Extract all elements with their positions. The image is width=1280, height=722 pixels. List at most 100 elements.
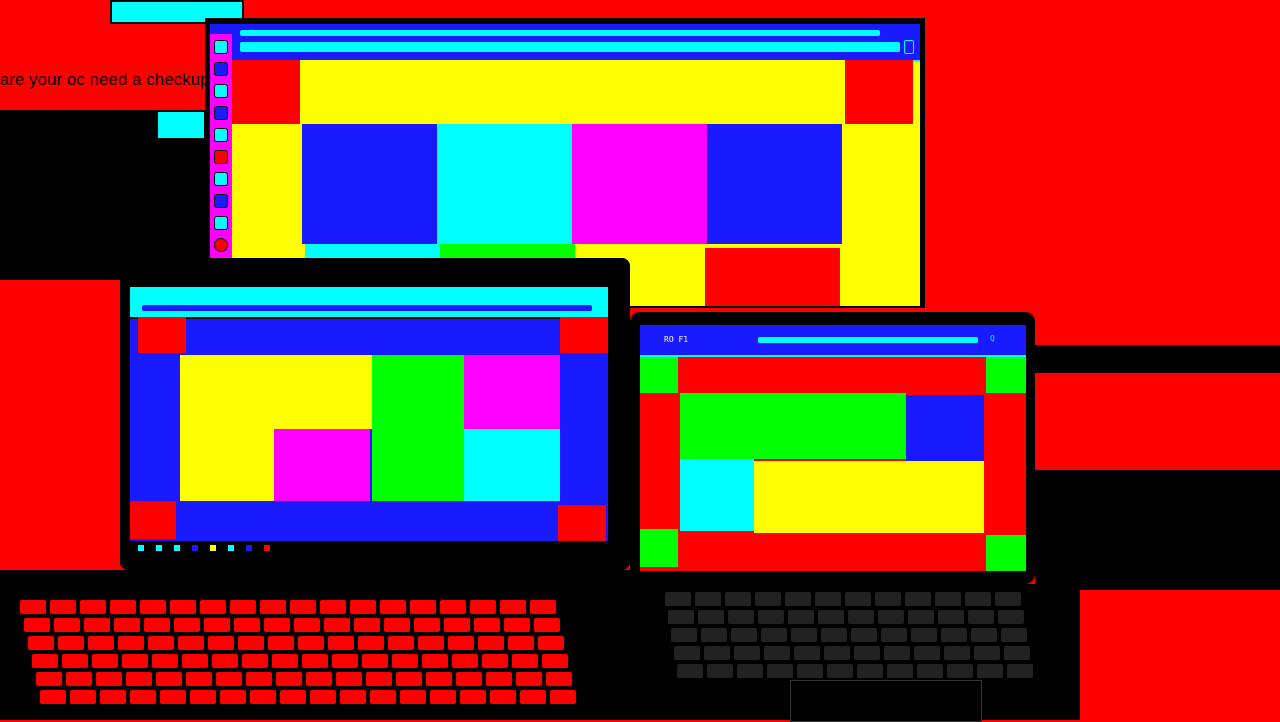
keyboard-key[interactable] xyxy=(884,646,910,660)
keyboard-key[interactable] xyxy=(234,618,260,632)
monitor-menu-button[interactable] xyxy=(904,40,914,54)
keyboard-key[interactable] xyxy=(110,600,136,614)
keyboard-key[interactable] xyxy=(440,600,466,614)
keyboard-key[interactable] xyxy=(414,618,440,632)
keyboard-key[interactable] xyxy=(728,610,754,624)
keyboard-key[interactable] xyxy=(302,654,328,668)
keyboard-key[interactable] xyxy=(737,664,763,678)
keyboard-key[interactable] xyxy=(851,628,877,642)
keyboard-key[interactable] xyxy=(520,690,546,704)
keyboard-key[interactable] xyxy=(674,646,700,660)
keyboard-key[interactable] xyxy=(671,628,697,642)
keyboard-key[interactable] xyxy=(148,636,174,650)
store-icon[interactable] xyxy=(228,545,234,551)
files-icon[interactable] xyxy=(214,128,228,142)
mail-icon[interactable] xyxy=(246,545,252,551)
keyboard-key[interactable] xyxy=(100,690,126,704)
keyboard-key[interactable] xyxy=(695,592,721,606)
keyboard-key[interactable] xyxy=(220,690,246,704)
keyboard-key[interactable] xyxy=(160,690,186,704)
keyboard-key[interactable] xyxy=(186,672,212,686)
keyboard-key[interactable] xyxy=(54,618,80,632)
keyboard-key[interactable] xyxy=(216,672,242,686)
keyboard-key[interactable] xyxy=(264,618,290,632)
keyboard-key[interactable] xyxy=(500,600,526,614)
keyboard-key[interactable] xyxy=(260,600,286,614)
keyboard-key[interactable] xyxy=(358,636,384,650)
keyboard-key[interactable] xyxy=(534,618,560,632)
keyboard-key[interactable] xyxy=(200,600,226,614)
keyboard-key[interactable] xyxy=(478,636,504,650)
keyboard-key[interactable] xyxy=(24,618,50,632)
search-icon[interactable] xyxy=(156,545,162,551)
keyboard-key[interactable] xyxy=(508,636,534,650)
keyboard-key[interactable] xyxy=(824,646,850,660)
browser-icon[interactable] xyxy=(214,40,228,54)
keyboard-key[interactable] xyxy=(250,690,276,704)
keyboard-key[interactable] xyxy=(456,672,482,686)
keyboard-key[interactable] xyxy=(156,672,182,686)
keyboard-key[interactable] xyxy=(504,618,530,632)
keyboard-key[interactable] xyxy=(50,600,76,614)
right-laptop-tab-title[interactable]: RO F1 xyxy=(664,335,688,344)
keyboard-key[interactable] xyxy=(280,690,306,704)
mail-icon[interactable] xyxy=(214,84,228,98)
keyboard-key[interactable] xyxy=(182,654,208,668)
keyboard-key[interactable] xyxy=(422,654,448,668)
keyboard-key[interactable] xyxy=(144,618,170,632)
keyboard-key[interactable] xyxy=(538,636,564,650)
keyboard-key[interactable] xyxy=(668,610,694,624)
keyboard-key[interactable] xyxy=(362,654,388,668)
keyboard-key[interactable] xyxy=(944,646,970,660)
music-icon[interactable] xyxy=(214,150,228,164)
keyboard-key[interactable] xyxy=(460,690,486,704)
keyboard-key[interactable] xyxy=(88,636,114,650)
keyboard-key[interactable] xyxy=(384,618,410,632)
keyboard-key[interactable] xyxy=(821,628,847,642)
keyboard-key[interactable] xyxy=(935,592,961,606)
keyboard-key[interactable] xyxy=(917,664,943,678)
keyboard-key[interactable] xyxy=(878,610,904,624)
keyboard-key[interactable] xyxy=(84,618,110,632)
keyboard-key[interactable] xyxy=(140,600,166,614)
keyboard-key[interactable] xyxy=(400,690,426,704)
keyboard-key[interactable] xyxy=(764,646,790,660)
keyboard-key[interactable] xyxy=(396,672,422,686)
keyboard-key[interactable] xyxy=(914,646,940,660)
keyboard-key[interactable] xyxy=(426,672,452,686)
keyboard-key[interactable] xyxy=(354,618,380,632)
keyboard-key[interactable] xyxy=(788,610,814,624)
keyboard-key[interactable] xyxy=(474,618,500,632)
keyboard-key[interactable] xyxy=(66,672,92,686)
keyboard-key[interactable] xyxy=(380,600,406,614)
taskview-icon[interactable] xyxy=(174,545,180,551)
monitor-address-bar[interactable] xyxy=(240,42,900,52)
keyboard-key[interactable] xyxy=(995,592,1021,606)
keyboard-key[interactable] xyxy=(971,628,997,642)
keyboard-key[interactable] xyxy=(276,672,302,686)
keyboard-key[interactable] xyxy=(854,646,880,660)
keyboard-key[interactable] xyxy=(698,610,724,624)
chrome-icon[interactable] xyxy=(214,238,228,252)
start-icon[interactable] xyxy=(138,545,144,551)
keyboard-key[interactable] xyxy=(230,600,256,614)
keyboard-key[interactable] xyxy=(761,628,787,642)
keyboard-key[interactable] xyxy=(911,628,937,642)
keyboard-key[interactable] xyxy=(80,600,106,614)
keyboard-key[interactable] xyxy=(767,664,793,678)
keyboard-key[interactable] xyxy=(36,672,62,686)
keyboard-key[interactable] xyxy=(977,664,1003,678)
keyboard-key[interactable] xyxy=(905,592,931,606)
keyboard-key[interactable] xyxy=(965,592,991,606)
keyboard-key[interactable] xyxy=(530,600,556,614)
keyboard-key[interactable] xyxy=(486,672,512,686)
keyboard-key[interactable] xyxy=(731,628,757,642)
keyboard-key[interactable] xyxy=(941,628,967,642)
keyboard-key[interactable] xyxy=(118,636,144,650)
keyboard-key[interactable] xyxy=(392,654,418,668)
keyboard-key[interactable] xyxy=(848,610,874,624)
keyboard-key[interactable] xyxy=(734,646,760,660)
keyboard-key[interactable] xyxy=(875,592,901,606)
keyboard-key[interactable] xyxy=(242,654,268,668)
keyboard-key[interactable] xyxy=(490,690,516,704)
